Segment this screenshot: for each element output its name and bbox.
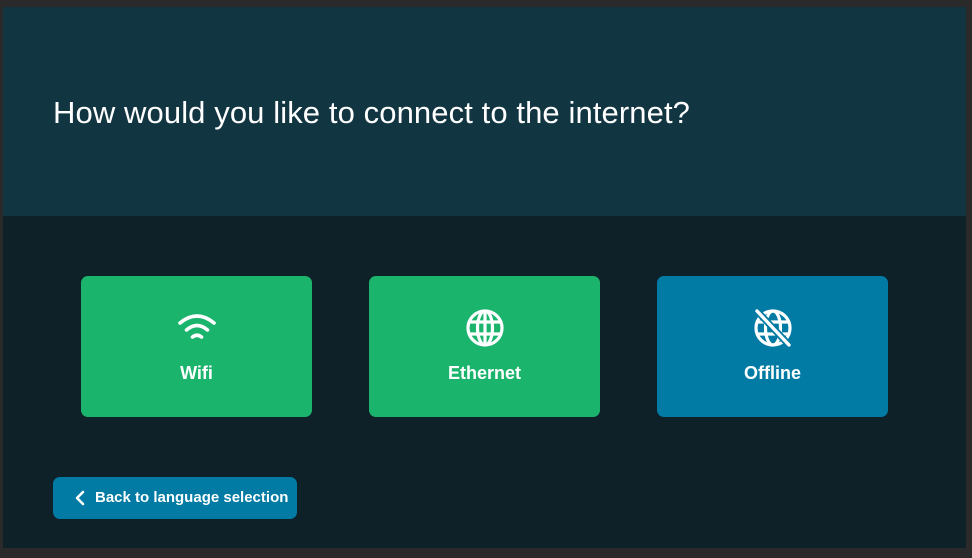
ethernet-option-button[interactable]: Ethernet [369, 276, 600, 417]
app-window: How would you like to connect to the int… [3, 7, 966, 548]
wifi-option-button[interactable]: Wifi [81, 276, 312, 417]
ethernet-option-label: Ethernet [447, 363, 521, 383]
offline-option-label: Offline [744, 363, 801, 383]
back-to-language-button[interactable]: Back to language selection [53, 477, 297, 519]
globe-slash-icon [752, 307, 794, 349]
wifi-option-label: Wifi [180, 363, 213, 383]
globe-icon [464, 307, 506, 349]
connection-options: Wifi Ethernet Offline [81, 276, 889, 417]
wifi-icon [176, 307, 218, 349]
back-button-label: Back to language selection [95, 489, 289, 506]
chevron-left-icon [74, 490, 86, 506]
offline-option-button[interactable]: Offline [657, 276, 888, 417]
header: How would you like to connect to the int… [3, 7, 966, 216]
page-title: How would you like to connect to the int… [53, 95, 691, 130]
